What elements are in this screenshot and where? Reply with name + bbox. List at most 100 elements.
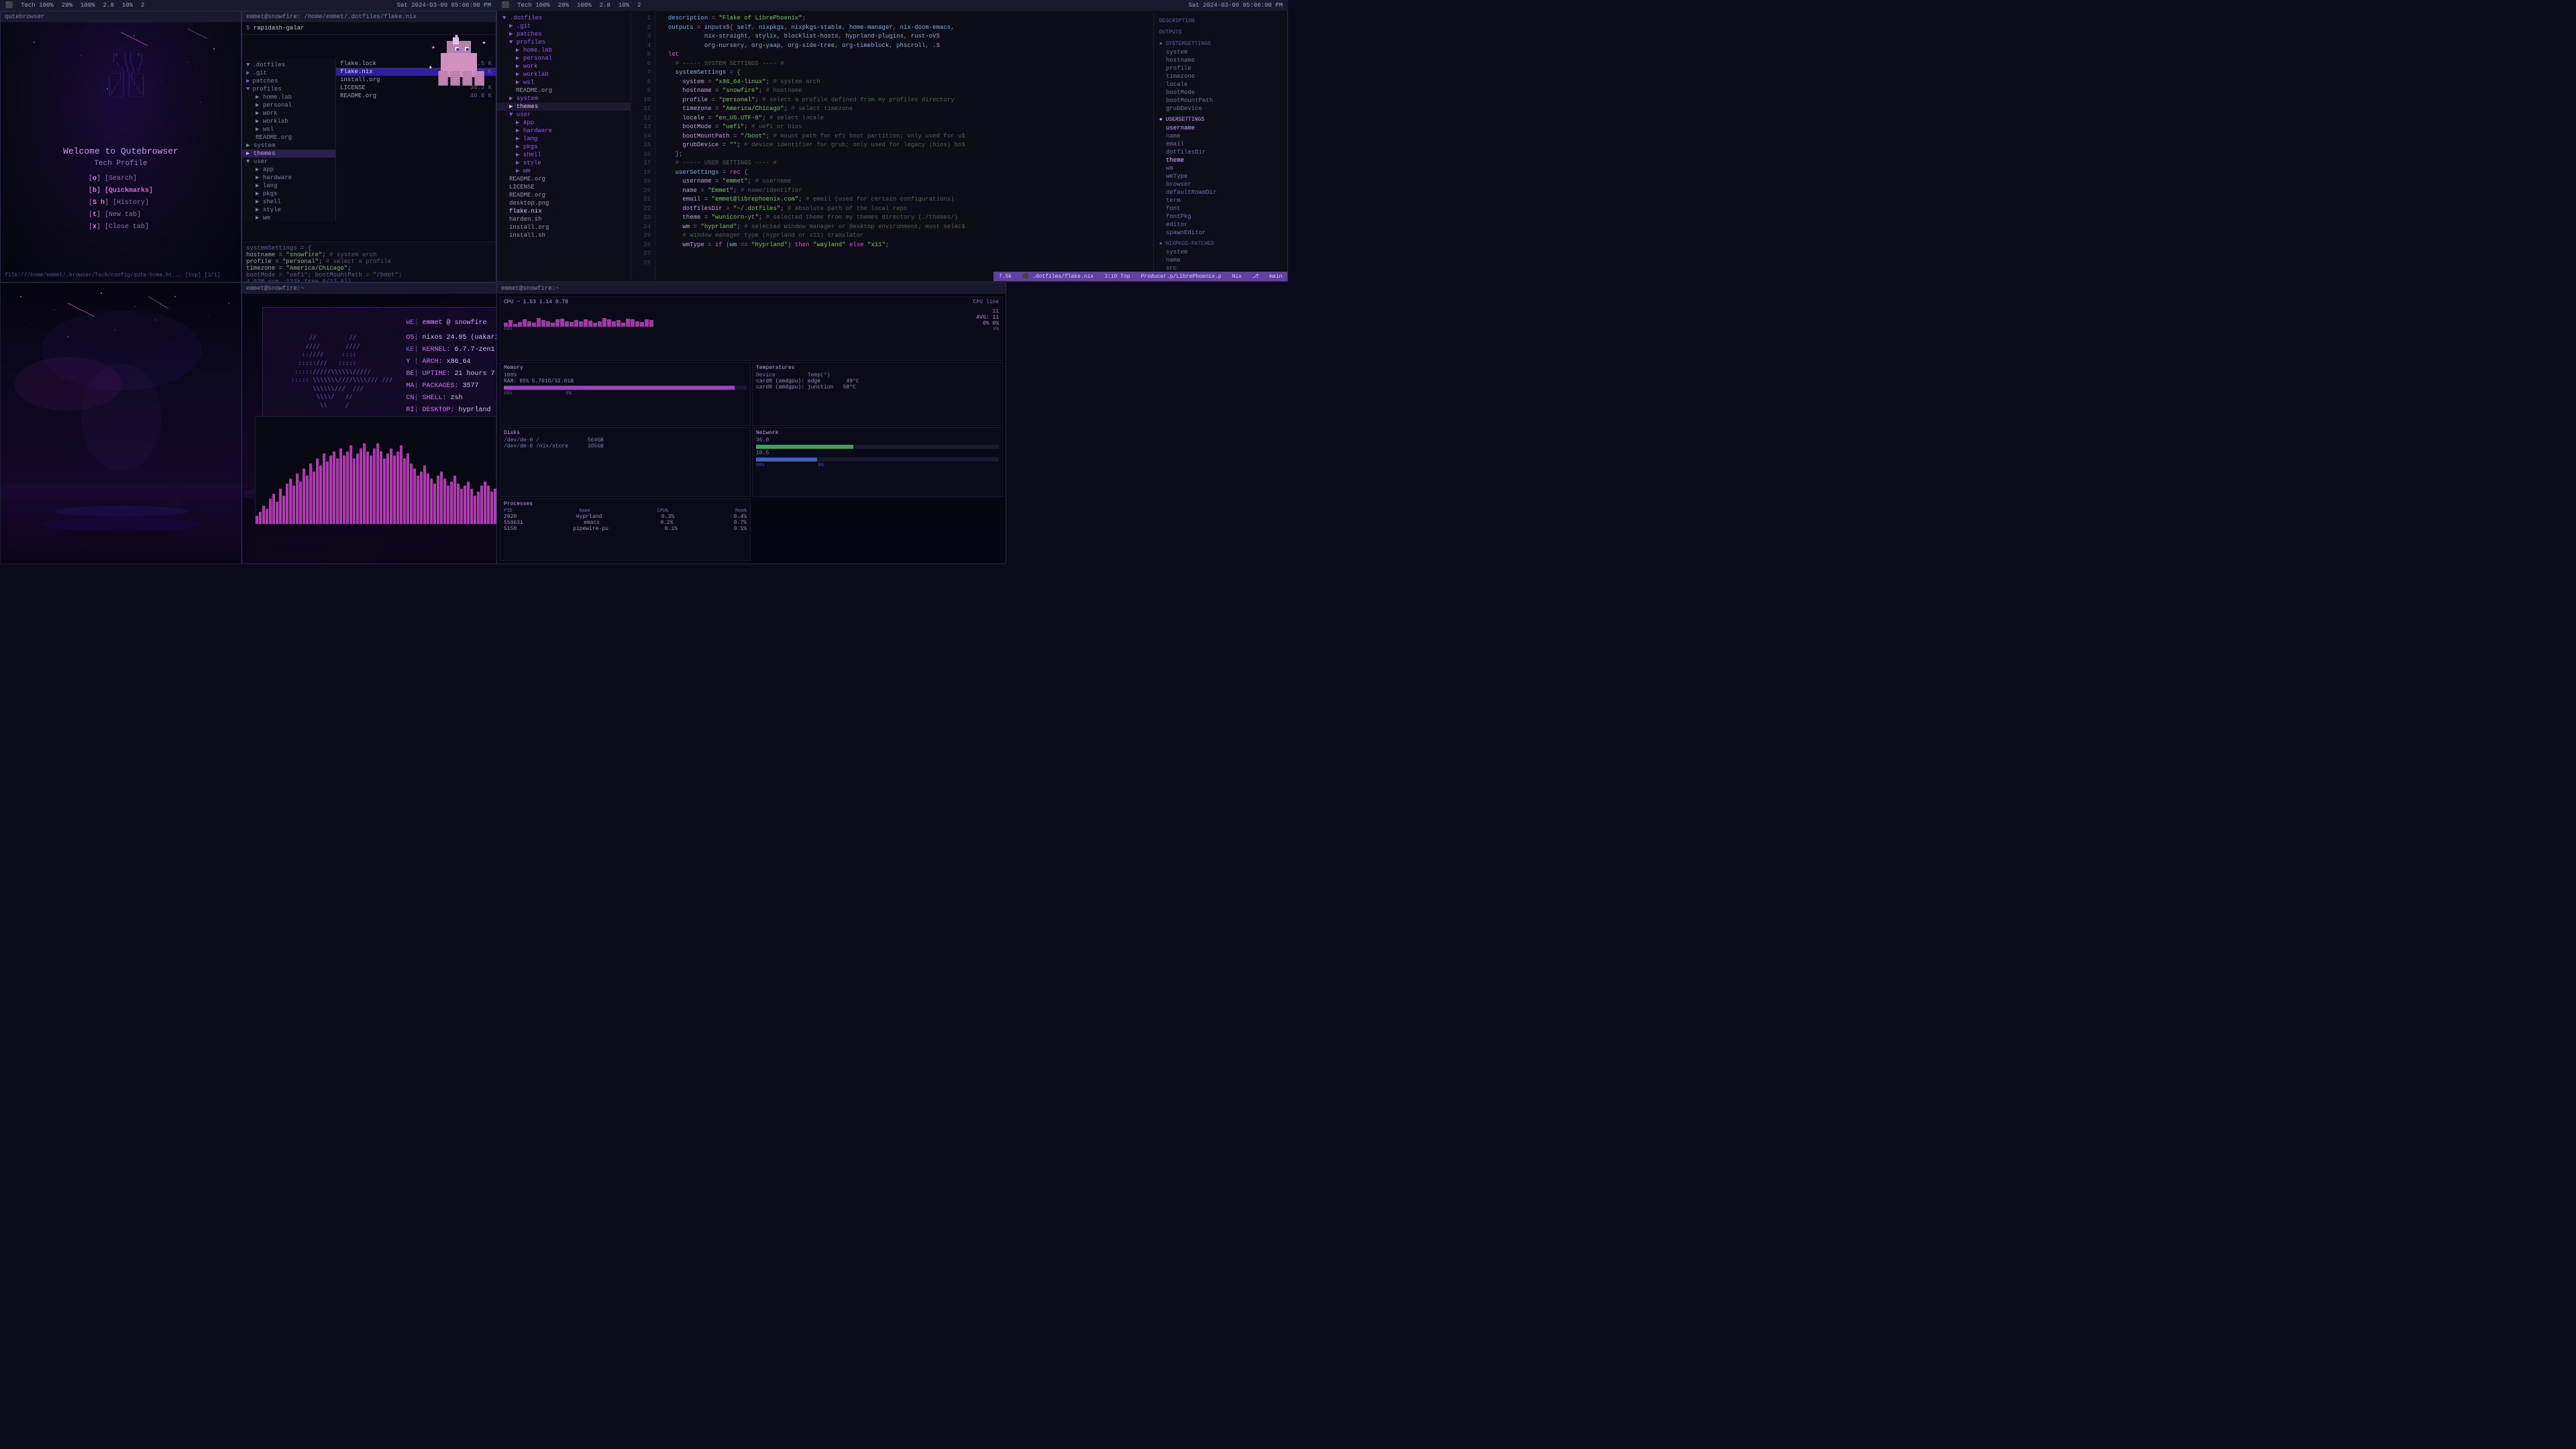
qute-nav-quickmarks[interactable]: [b] [Quickmarks] <box>89 185 153 197</box>
tree-system[interactable]: ▶ system <box>242 142 335 150</box>
tree-homelab[interactable]: ▶ home.lab <box>242 93 335 101</box>
proc-cpu-3: 0.1% <box>665 526 678 532</box>
uptime-label: BE <box>406 370 414 378</box>
desktop-label: RI <box>406 407 414 414</box>
tree-patches[interactable]: ▶ patches <box>242 77 335 85</box>
tree-readme2[interactable]: README.org <box>497 191 631 199</box>
load-avg: 2.8 <box>103 2 114 9</box>
q5-titlebar: emmet@snowfire:~ <box>497 283 1006 294</box>
memory-label: RAM: <box>504 378 517 384</box>
tree-dotfiles-root[interactable]: ▼ .dotfiles <box>497 14 631 22</box>
panel-item-roam[interactable]: defaultRoamDir <box>1154 189 1287 197</box>
panel-item-editor[interactable]: editor <box>1154 221 1287 229</box>
tree-harden-sh[interactable]: harden.sh <box>497 215 631 223</box>
code-line-21: username = "emmet"; # username <box>661 177 1148 186</box>
tree-install-org[interactable]: install.org <box>497 223 631 231</box>
tree-user-style[interactable]: ▶ style <box>497 159 631 167</box>
tree-themes[interactable]: ▶ themes <box>497 103 631 111</box>
panel-item-fontpkg[interactable]: fontPkg <box>1154 213 1287 221</box>
tree-user-app[interactable]: ▶ app <box>497 119 631 127</box>
folder-icon: ▶ shell <box>256 199 281 205</box>
tree-wsl[interactable]: ▶ wsl <box>497 78 631 87</box>
tree-readme-org[interactable]: README.org <box>497 87 631 95</box>
tree-user[interactable]: ▼ user <box>497 111 631 119</box>
r-cpu-usage: 20% <box>558 2 569 9</box>
panel-item-term[interactable]: term <box>1154 197 1287 205</box>
qute-nav-history[interactable]: [S h] [History] <box>89 197 153 209</box>
panel-item-theme[interactable]: theme <box>1154 156 1287 164</box>
panel-item-locale[interactable]: locale <box>1154 80 1287 89</box>
panel-item-nixpkgs-name[interactable]: name <box>1154 256 1287 264</box>
tree-personal[interactable]: ▶ personal <box>242 101 335 109</box>
tree-root[interactable]: ▼ .dotfiles <box>242 61 335 69</box>
tree-system[interactable]: ▶ system <box>497 95 631 103</box>
net-up-fill <box>756 458 817 462</box>
tree-user-pkgs[interactable]: ▶ pkgs <box>497 143 631 151</box>
tree-git[interactable]: ▶ .git <box>242 69 335 77</box>
tree-hardware[interactable]: ▶ hardware <box>242 174 335 182</box>
tree-install-sh[interactable]: install.sh <box>497 231 631 239</box>
panel-item-nixpkgs-sys[interactable]: system <box>1154 248 1287 256</box>
processes-section: Processes PID Name CPU% Mem% 2920 Hyprla… <box>500 498 751 561</box>
qute-nav-newtab[interactable]: [t] [New tab] <box>89 209 153 221</box>
tree-user-lang[interactable]: ▶ lang <box>497 135 631 143</box>
tree-app[interactable]: ▶ app <box>242 166 335 174</box>
cpu-col-header: CPU% <box>657 508 669 514</box>
panel-item-name[interactable]: name <box>1154 132 1287 140</box>
tree-style[interactable]: ▶ style <box>242 206 335 214</box>
tree-wm[interactable]: ▶ wm <box>242 214 335 221</box>
cpu-usage: 20% <box>62 2 72 9</box>
packages-value: 3577 <box>462 382 478 390</box>
tree-desktop-png[interactable]: desktop.png <box>497 199 631 207</box>
panel-item-wm[interactable]: wm <box>1154 164 1287 172</box>
panel-item-profile[interactable]: profile <box>1154 64 1287 72</box>
tree-shell[interactable]: ▶ shell <box>242 198 335 206</box>
editor-outline-panel: description outputs ● systemSettings sys… <box>1153 11 1287 281</box>
panel-item-email[interactable]: email <box>1154 140 1287 148</box>
tree-worklab[interactable]: ▶ worklab <box>497 70 631 78</box>
tree-work[interactable]: ▶ work <box>242 109 335 117</box>
tree-profiles[interactable]: ▼ profiles <box>497 38 631 46</box>
tree-work[interactable]: ▶ work <box>497 62 631 70</box>
tree-user-shell[interactable]: ▶ shell <box>497 151 631 159</box>
panel-item-system[interactable]: system <box>1154 48 1287 56</box>
tree-user-hardware[interactable]: ▶ hardware <box>497 127 631 135</box>
temp-row-2: card0 (amdgpu): junction 58°C <box>756 384 999 390</box>
qute-nav-search[interactable]: [o] [Search] <box>89 173 153 185</box>
panel-item-username[interactable]: username <box>1154 124 1287 132</box>
qute-nav-closetab[interactable]: [x] [Close tab] <box>89 221 153 233</box>
panel-item-bootmode[interactable]: bootMode <box>1154 89 1287 97</box>
tree-readme-root[interactable]: README.org <box>497 175 631 183</box>
tree-license[interactable]: LICENSE <box>497 183 631 191</box>
tree-patches[interactable]: ▶ patches <box>497 30 631 38</box>
folder-icon: ▶ lang <box>256 182 277 189</box>
tree-user-wm[interactable]: ▶ wm <box>497 167 631 175</box>
tree-home-lab[interactable]: ▶ home.lab <box>497 46 631 54</box>
panel-item-hostname[interactable]: hostname <box>1154 56 1287 64</box>
tree-flake-nix[interactable]: flake.nix <box>497 207 631 215</box>
folder-icon: ▶ wsl <box>256 126 274 133</box>
panel-item-font[interactable]: font <box>1154 205 1287 213</box>
panel-item-grub[interactable]: grubDevice <box>1154 105 1287 113</box>
qute-profile-text: Tech Profile <box>1 160 241 168</box>
folder-icon: ▶ worklab <box>256 118 288 125</box>
panel-item-wmtype[interactable]: wmType <box>1154 172 1287 180</box>
tree-lang[interactable]: ▶ lang <box>242 182 335 190</box>
tree-themes[interactable]: ▶ themes <box>242 150 335 158</box>
cpu-bar-chart <box>504 308 972 327</box>
tree-git[interactable]: ▶ .git <box>497 22 631 30</box>
tree-profiles[interactable]: ▼ profiles <box>242 85 335 93</box>
tree-personal[interactable]: ▶ personal <box>497 54 631 62</box>
panel-item-bootmount[interactable]: bootMountPath <box>1154 97 1287 105</box>
tree-wsl[interactable]: ▶ wsl <box>242 125 335 133</box>
panel-item-browser[interactable]: browser <box>1154 180 1287 189</box>
panel-item-dotfilesdir[interactable]: dotfilesDir <box>1154 148 1287 156</box>
tree-user[interactable]: ▼ user <box>242 158 335 166</box>
net-down-fill <box>756 445 853 449</box>
panel-item-spawn-editor[interactable]: spawnEditor <box>1154 229 1287 237</box>
tree-readme-profiles[interactable]: README.org <box>242 133 335 142</box>
tree-pkgs[interactable]: ▶ pkgs <box>242 190 335 198</box>
folder-icon: ▶ work <box>256 110 277 117</box>
panel-item-timezone[interactable]: timezone <box>1154 72 1287 80</box>
tree-worklab[interactable]: ▶ worklab <box>242 117 335 125</box>
